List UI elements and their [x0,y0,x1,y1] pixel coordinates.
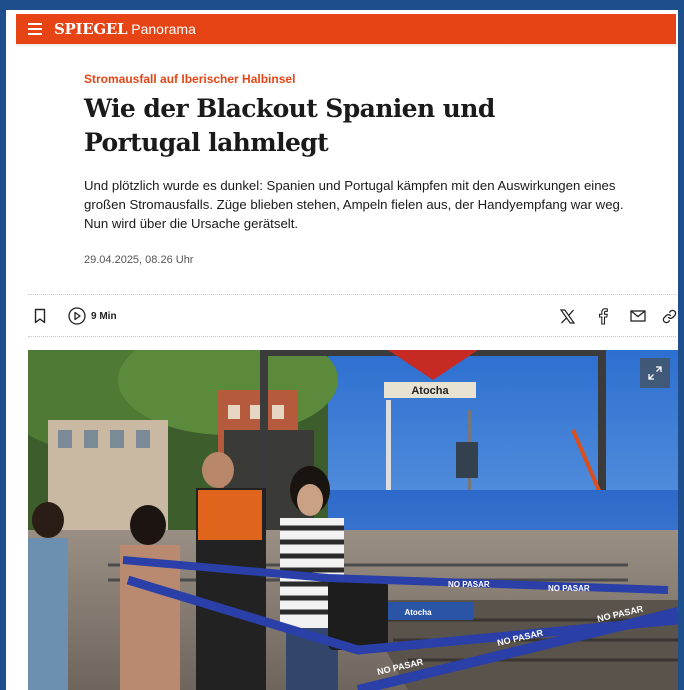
mail-icon [630,310,646,322]
top-navigation-bar: SPIEGEL Panorama [16,14,676,44]
facebook-icon [598,307,608,325]
share-mail-button[interactable] [630,302,646,330]
share-facebook-button[interactable] [598,302,608,330]
header-shadow [16,44,676,48]
toolbar-bottom-divider [28,336,676,337]
tape-text: NO PASAR [548,584,590,593]
station-plaque-text: Atocha [404,608,432,617]
x-icon [560,308,575,324]
article-kicker: Stromausfall auf Iberischer Halbinsel [84,72,296,86]
article-teaser: Und plötzlich wurde es dunkel: Spanien u… [84,178,624,231]
read-time: 9 Min [91,310,117,322]
section-label[interactable]: Panorama [131,21,196,37]
toolbar-top-divider [28,294,676,295]
tape-text: NO PASAR [448,580,490,589]
article-headline: Wie der Blackout Spanien und Portugal la… [84,94,495,157]
play-icon [68,307,86,325]
spiegel-logo[interactable]: SPIEGEL [54,20,128,38]
expand-image-button[interactable] [640,358,670,388]
article-toolbar: 9 Min [28,302,677,330]
publish-date: 29.04.2025, 08.26 Uhr [84,254,194,266]
article-hero-image[interactable]: Atocha Atocha NO PASAR NO PASAR NO PASAR… [28,350,678,690]
bookmark-icon [34,308,46,324]
station-sign-text: Atocha [411,385,449,397]
audio-play-button[interactable]: 9 Min [68,302,117,330]
menu-icon[interactable] [28,23,42,35]
copy-link-button[interactable] [662,302,677,330]
bookmark-button[interactable] [34,302,46,330]
metro-entrance-photo: Atocha Atocha NO PASAR NO PASAR NO PASAR… [28,350,678,690]
share-x-button[interactable] [560,302,575,330]
expand-icon [648,366,662,380]
page: SPIEGEL Panorama Stromausfall auf Iberis… [6,10,678,690]
link-icon [662,309,677,323]
